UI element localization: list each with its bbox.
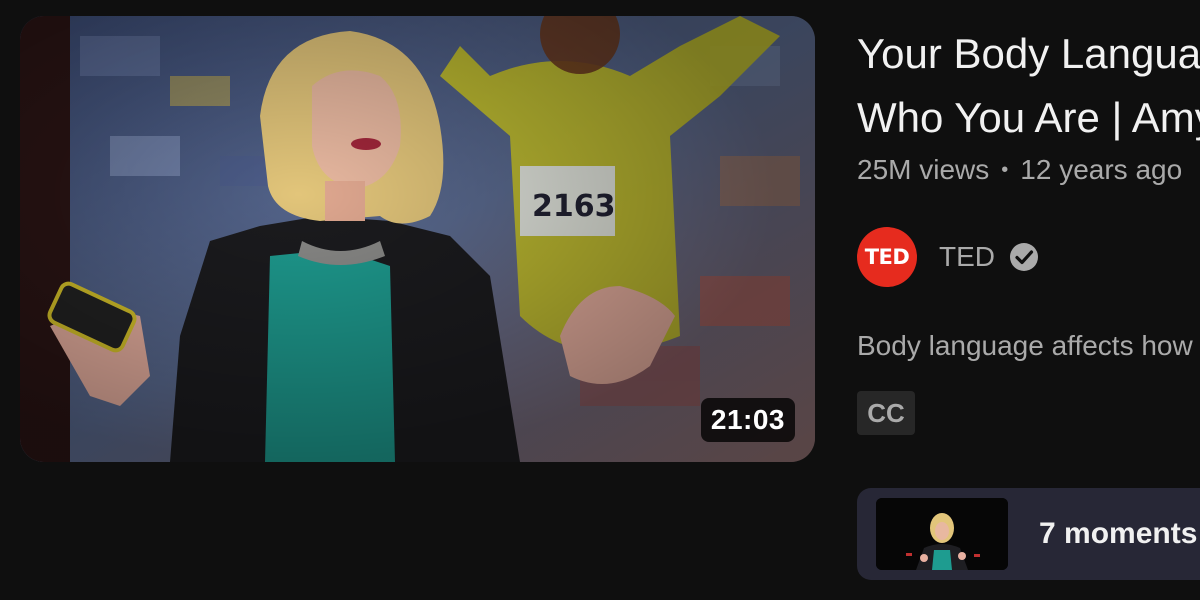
video-title-line-2[interactable]: Who You Are | Amy Cuddy: [857, 86, 1200, 150]
view-count: 25M views: [857, 154, 990, 185]
closed-captions-badge: CC: [857, 391, 915, 435]
key-moments-button[interactable]: 7 moments: [857, 488, 1200, 580]
verified-check-icon: [1009, 242, 1039, 272]
channel-avatar[interactable]: TED: [857, 227, 917, 287]
channel-name[interactable]: TED: [939, 241, 995, 273]
thumbnail-image: 2163: [20, 16, 815, 462]
search-result-video: 2163 21:03 Your Body Language May Shape …: [0, 0, 1200, 600]
video-description-snippet: Body language affects how others see us: [857, 330, 1200, 361]
moments-label[interactable]: 7 moments: [1039, 517, 1197, 551]
video-duration-badge: 21:03: [700, 398, 795, 442]
meta-separator: •: [1001, 159, 1009, 181]
video-thumbnail[interactable]: 2163 21:03: [20, 16, 815, 462]
channel-row[interactable]: TED TED: [857, 226, 1039, 288]
moments-thumbnail: [876, 498, 1008, 570]
video-title[interactable]: Your Body Language May Shape Who You Are…: [857, 22, 1200, 150]
video-info: Your Body Language May Shape Who You Are…: [857, 0, 1200, 600]
video-title-line-1[interactable]: Your Body Language May Shape: [857, 22, 1200, 86]
upload-age: 12 years ago: [1020, 154, 1183, 185]
video-metadata: 25M views • 12 years ago: [857, 154, 1182, 186]
